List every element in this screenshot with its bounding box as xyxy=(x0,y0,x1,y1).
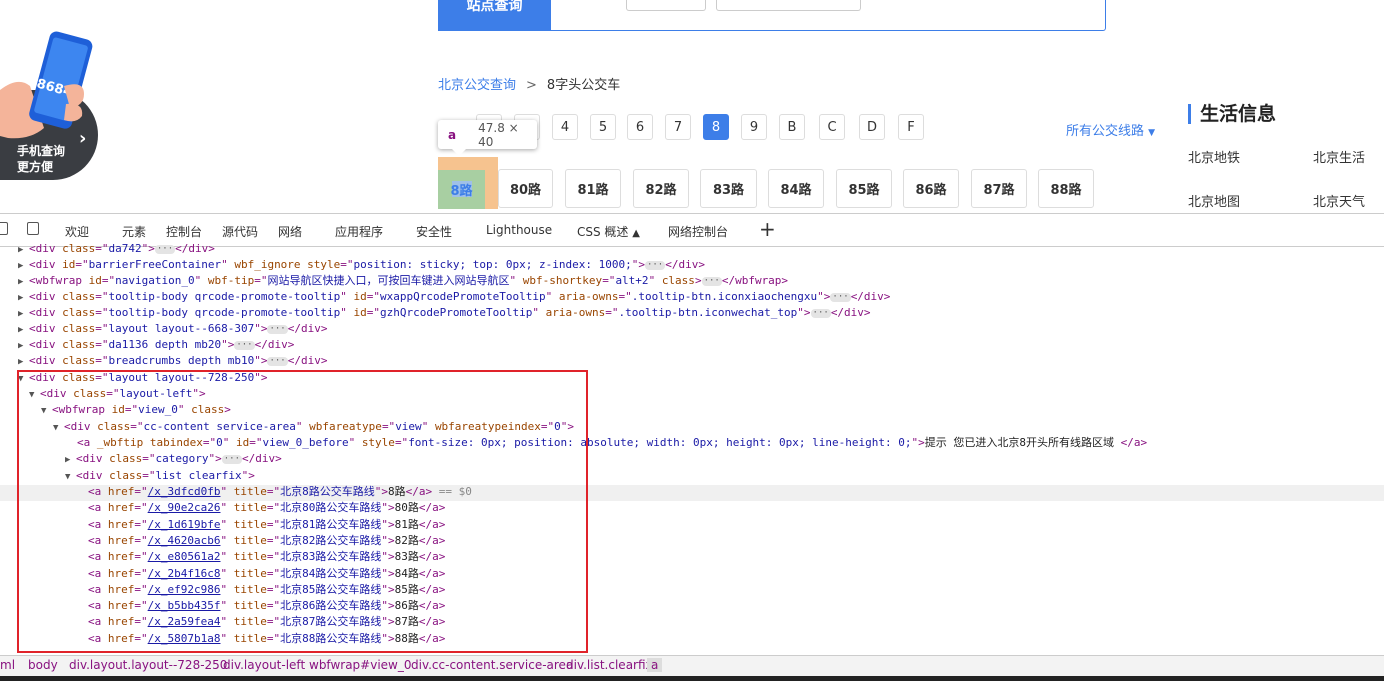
dom-node[interactable]: ▶ <wbfwrap id="navigation_0" wbf-tip="网站导… xyxy=(18,273,788,289)
dom-breadcrumb[interactable]: div.list.clearfix xyxy=(566,658,653,672)
dom-breadcrumb[interactable]: wbfwrap#view_0 xyxy=(309,658,412,672)
dom-node[interactable]: ▶ <div class="da1136 depth mb20"> ··· </div… xyxy=(18,337,294,353)
dom-breadcrumb[interactable]: body xyxy=(28,658,58,672)
dom-node[interactable]: ▶ <div class="layout layout--668-307"> ···… xyxy=(18,321,327,337)
red-annotation-box xyxy=(17,370,588,653)
bottom-strip xyxy=(0,676,1384,681)
dom-node[interactable]: ▶ <div id="barrierFreeContainer" wbf_igno… xyxy=(18,257,705,273)
dom-breadcrumb[interactable]: div.layout-left xyxy=(223,658,305,672)
dom-node[interactable]: ▶ <div class="da742"> ··· </div> xyxy=(18,241,215,257)
dom-breadcrumb-current[interactable]: a xyxy=(647,658,663,672)
dom-breadcrumb[interactable]: div.layout.layout--728-250 xyxy=(69,658,227,672)
dom-node[interactable]: ▶ <div class="tooltip-body qrcode-promote… xyxy=(18,289,890,305)
dom-node[interactable]: ▶ <div class="breadcrumbs depth mb10"> ···… xyxy=(18,353,327,369)
dom-node[interactable]: ▶ <div class="tooltip-body qrcode-promote… xyxy=(18,305,871,321)
dom-breadcrumb[interactable]: ml xyxy=(0,658,15,672)
dom-breadcrumb[interactable]: div.cc-content.service-area xyxy=(411,658,573,672)
